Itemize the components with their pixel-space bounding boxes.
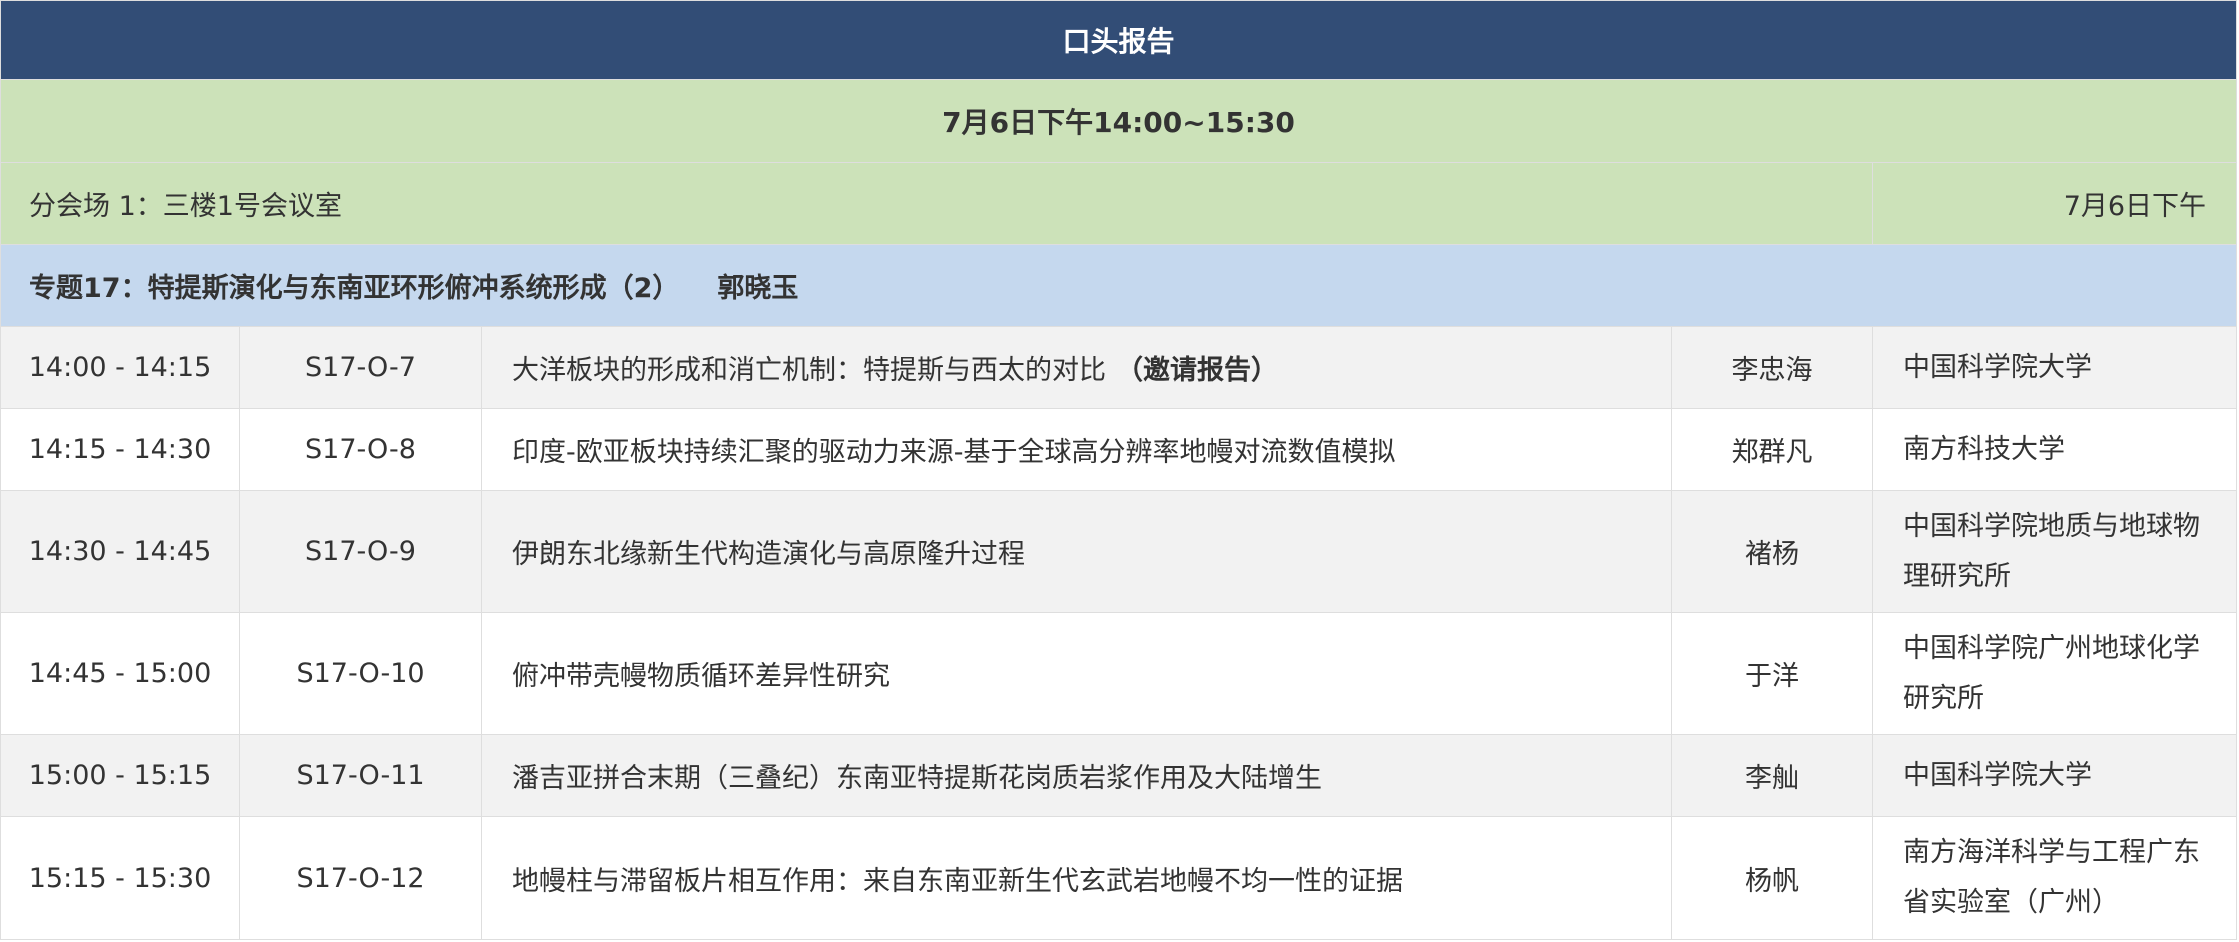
table-row: 14:00 - 14:15 S17-O-7 大洋板块的形成和消亡机制：特提斯与西… [0, 326, 2238, 409]
talk-title: 地幔柱与滞留板片相互作用：来自东南亚新生代玄武岩地幔不均一性的证据 [481, 816, 1672, 940]
table-row: 15:15 - 15:30 S17-O-12 地幔柱与滞留板片相互作用：来自东南… [0, 816, 2238, 940]
talk-speaker: 李忠海 [1671, 326, 1873, 409]
talk-code: S17-O-9 [239, 490, 482, 613]
talk-code: S17-O-11 [239, 734, 482, 817]
topic-cell: 专题17：特提斯演化与东南亚环形俯冲系统形成（2） 郭晓玉 [0, 244, 2238, 327]
venue-name: 分会场 1：三楼1号会议室 [0, 162, 1873, 245]
page-title: 口头报告 [0, 0, 2238, 80]
talk-code: S17-O-10 [239, 612, 482, 735]
session-date-time: 7月6日下午14:00~15:30 [0, 79, 2238, 163]
table-header-row: 口头报告 [0, 0, 2238, 80]
talk-time: 14:45 - 15:00 [0, 612, 240, 735]
talk-title: 伊朗东北缘新生代构造演化与高原隆升过程 [481, 490, 1672, 613]
talk-affiliation: 南方海洋科学与工程广东省实验室（广州） [1871, 816, 2238, 940]
oral-report-schedule-table: 口头报告 7月6日下午14:00~15:30 分会场 1：三楼1号会议室 7月6… [0, 0, 2238, 940]
topic-row: 专题17：特提斯演化与东南亚环形俯冲系统形成（2） 郭晓玉 [0, 244, 2238, 327]
venue-row: 分会场 1：三楼1号会议室 7月6日下午 [0, 162, 2238, 245]
talk-title: 大洋板块的形成和消亡机制：特提斯与西太的对比 [512, 355, 1106, 386]
talk-affiliation: 中国科学院大学 [1871, 734, 2238, 817]
talk-time: 15:15 - 15:30 [0, 816, 240, 940]
talk-speaker: 李舢 [1671, 734, 1873, 817]
invited-tag: （邀请报告） [1116, 355, 1278, 386]
talk-code: S17-O-12 [239, 816, 482, 940]
talk-speaker: 郑群凡 [1671, 408, 1873, 491]
talk-time: 15:00 - 15:15 [0, 734, 240, 817]
talk-title: 俯冲带壳幔物质循环差异性研究 [481, 612, 1672, 735]
topic-chair: 郭晓玉 [717, 273, 799, 304]
table-row: 14:45 - 15:00 S17-O-10 俯冲带壳幔物质循环差异性研究 于洋… [0, 612, 2238, 735]
talk-title-cell: 大洋板块的形成和消亡机制：特提斯与西太的对比 （邀请报告） [481, 326, 1672, 409]
talk-title: 潘吉亚拼合末期（三叠纪）东南亚特提斯花岗质岩浆作用及大陆增生 [481, 734, 1672, 817]
venue-date: 7月6日下午 [1871, 162, 2238, 245]
talk-speaker: 杨帆 [1671, 816, 1873, 940]
talk-title: 印度-欧亚板块持续汇聚的驱动力来源-基于全球高分辨率地幔对流数值模拟 [481, 408, 1672, 491]
talk-speaker: 于洋 [1671, 612, 1873, 735]
talk-code: S17-O-7 [239, 326, 482, 409]
schedule-page: 口头报告 7月6日下午14:00~15:30 分会场 1：三楼1号会议室 7月6… [0, 0, 2239, 942]
talk-time: 14:00 - 14:15 [0, 326, 240, 409]
talk-speaker: 褚杨 [1671, 490, 1873, 613]
talk-time: 14:30 - 14:45 [0, 490, 240, 613]
table-row: 14:30 - 14:45 S17-O-9 伊朗东北缘新生代构造演化与高原隆升过… [0, 490, 2238, 613]
talk-affiliation: 中国科学院广州地球化学研究所 [1871, 612, 2238, 735]
topic-title: 专题17：特提斯演化与东南亚环形俯冲系统形成（2） [29, 273, 680, 304]
talk-time: 14:15 - 14:30 [0, 408, 240, 491]
talk-affiliation: 中国科学院大学 [1871, 326, 2238, 409]
session-date-row: 7月6日下午14:00~15:30 [0, 79, 2238, 163]
table-row: 14:15 - 14:30 S17-O-8 印度-欧亚板块持续汇聚的驱动力来源-… [0, 408, 2238, 491]
talk-code: S17-O-8 [239, 408, 482, 491]
table-row: 15:00 - 15:15 S17-O-11 潘吉亚拼合末期（三叠纪）东南亚特提… [0, 734, 2238, 817]
talk-affiliation: 南方科技大学 [1871, 408, 2238, 491]
talk-affiliation: 中国科学院地质与地球物理研究所 [1871, 490, 2238, 613]
